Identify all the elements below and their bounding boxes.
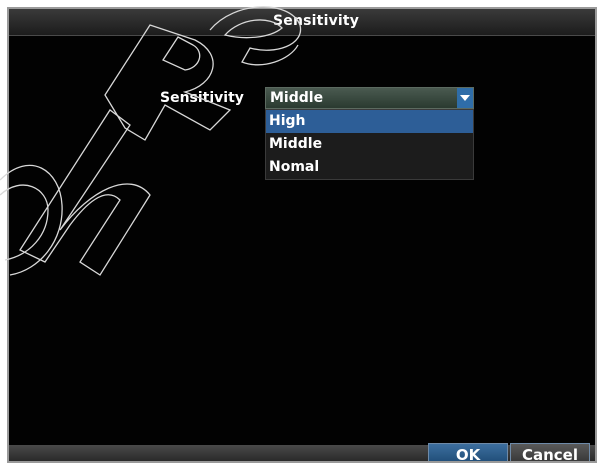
option-high[interactable]: High xyxy=(266,110,473,133)
chevron-down-icon[interactable] xyxy=(457,88,473,108)
cancel-button[interactable]: Cancel xyxy=(510,443,590,461)
dialog-title: Sensitivity xyxy=(273,13,360,29)
option-middle[interactable]: Middle xyxy=(266,133,473,156)
title-bar: Sensitivity xyxy=(9,9,595,36)
sensitivity-dialog: Sensitivity Sensitivity Middle High Midd… xyxy=(7,7,597,463)
sensitivity-label: Sensitivity xyxy=(160,90,244,106)
ok-button[interactable]: OK xyxy=(428,443,508,461)
sensitivity-select[interactable]: Middle xyxy=(265,87,474,109)
select-current-value: Middle xyxy=(270,90,324,106)
sensitivity-dropdown-list: High Middle Nomal xyxy=(265,109,474,180)
option-nomal[interactable]: Nomal xyxy=(266,156,473,179)
